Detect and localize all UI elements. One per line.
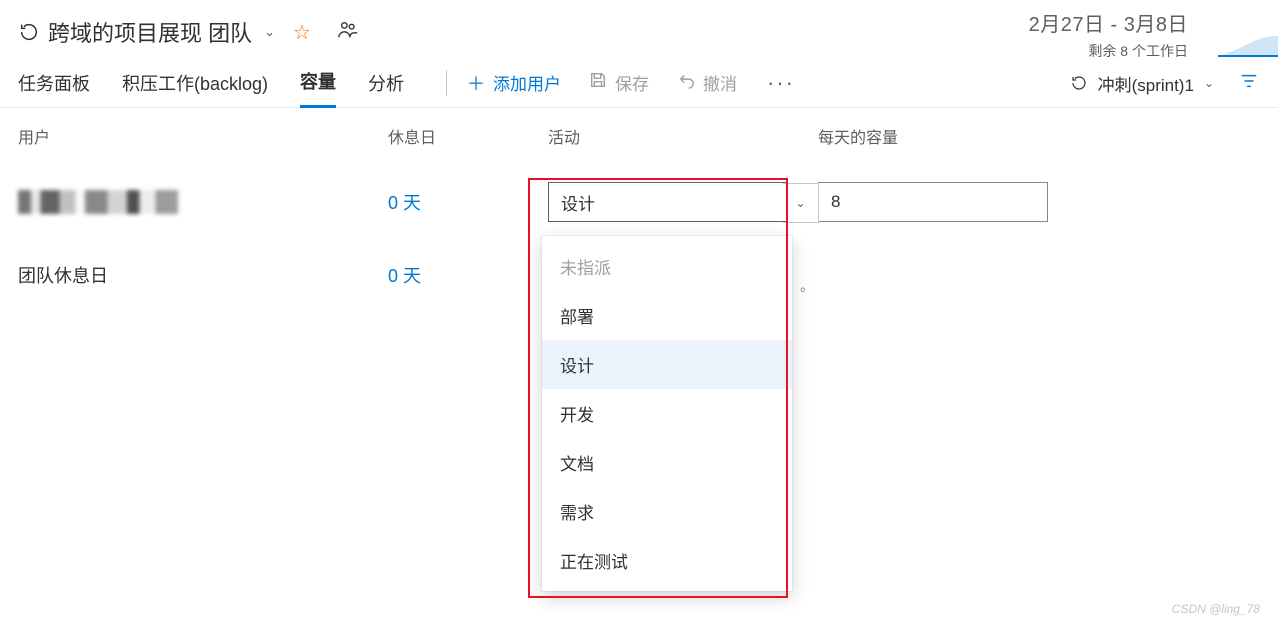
watermark: CSDN @ling_78: [1172, 602, 1260, 616]
ellipsis-hint: 。: [800, 276, 814, 296]
user-row: 0 天 设计 ⌄ 8: [0, 170, 1278, 234]
save-label: 保存: [615, 70, 649, 95]
team-daysoff-label: 团队休息日: [18, 262, 388, 288]
chevron-down-icon: ⌄: [1204, 76, 1214, 90]
redacted-username: [18, 190, 178, 214]
undo-button: 撤消: [677, 70, 737, 95]
tab-taskboard[interactable]: 任务面板: [18, 58, 90, 108]
opt-dev[interactable]: 开发: [542, 389, 792, 438]
col-user: 用户: [18, 124, 388, 148]
sprint-picker[interactable]: 冲刺(sprint)1 ⌄: [1070, 58, 1258, 108]
user-cell: [18, 190, 388, 214]
col-activity: 活动: [548, 124, 818, 148]
col-capacity: 每天的容量: [818, 124, 1058, 148]
date-range: 2月27日 - 3月8日: [1029, 8, 1188, 37]
capacity-input[interactable]: 8: [818, 182, 1048, 222]
opt-design[interactable]: 设计: [542, 340, 792, 389]
add-user-button[interactable]: ＋ 添加用户: [467, 70, 561, 96]
activity-dropdown: 未指派 部署 设计 开发 文档 需求 正在测试: [542, 236, 792, 591]
toolbar-separator: [446, 70, 447, 96]
refresh-icon: [18, 21, 40, 43]
team-title[interactable]: 跨域的项目展现 团队 ⌄: [18, 16, 275, 48]
opt-req[interactable]: 需求: [542, 487, 792, 536]
refresh-icon: [1070, 74, 1088, 92]
activity-selected: 设计: [561, 190, 595, 215]
undo-label: 撤消: [703, 70, 737, 95]
team-title-text: 跨域的项目展现 团队: [48, 16, 252, 48]
save-icon: [589, 71, 607, 94]
filter-icon[interactable]: [1240, 72, 1258, 95]
add-user-label: 添加用户: [493, 70, 561, 95]
days-off-link[interactable]: 0 天: [388, 189, 548, 215]
tab-backlog[interactable]: 积压工作(backlog): [122, 58, 268, 108]
plus-icon: ＋: [467, 70, 485, 96]
undo-icon: [677, 71, 695, 94]
sprint-label: 冲刺(sprint)1: [1098, 71, 1194, 96]
save-button: 保存: [589, 70, 649, 95]
activity-select[interactable]: 设计 ⌄: [548, 182, 788, 222]
burndown-thumbnail[interactable]: [1218, 30, 1278, 58]
opt-deploy[interactable]: 部署: [542, 291, 792, 340]
tab-analytics[interactable]: 分析: [368, 58, 404, 108]
capacity-value: 8: [831, 192, 840, 212]
activity-cell: 设计 ⌄: [548, 182, 818, 222]
column-headers: 用户 休息日 活动 每天的容量: [0, 108, 1278, 170]
tabs-toolbar: 任务面板 积压工作(backlog) 容量 分析 ＋ 添加用户 保存 撤消 ··…: [0, 58, 1278, 108]
opt-unassigned: 未指派: [542, 242, 792, 291]
more-button[interactable]: ···: [767, 70, 795, 96]
capacity-cell: 8: [818, 182, 1058, 222]
opt-doc[interactable]: 文档: [542, 438, 792, 487]
star-icon[interactable]: ☆: [293, 20, 311, 45]
chevron-down-icon[interactable]: ⌄: [783, 183, 819, 223]
sprint-dates: 2月27日 - 3月8日 剩余 8 个工作日: [1029, 8, 1188, 61]
col-daysoff: 休息日: [388, 124, 548, 148]
tab-capacity[interactable]: 容量: [300, 58, 336, 108]
people-icon[interactable]: [337, 20, 359, 45]
chevron-down-icon: ⌄: [264, 24, 275, 40]
opt-testing[interactable]: 正在测试: [542, 536, 792, 585]
team-daysoff-link[interactable]: 0 天: [388, 262, 548, 288]
